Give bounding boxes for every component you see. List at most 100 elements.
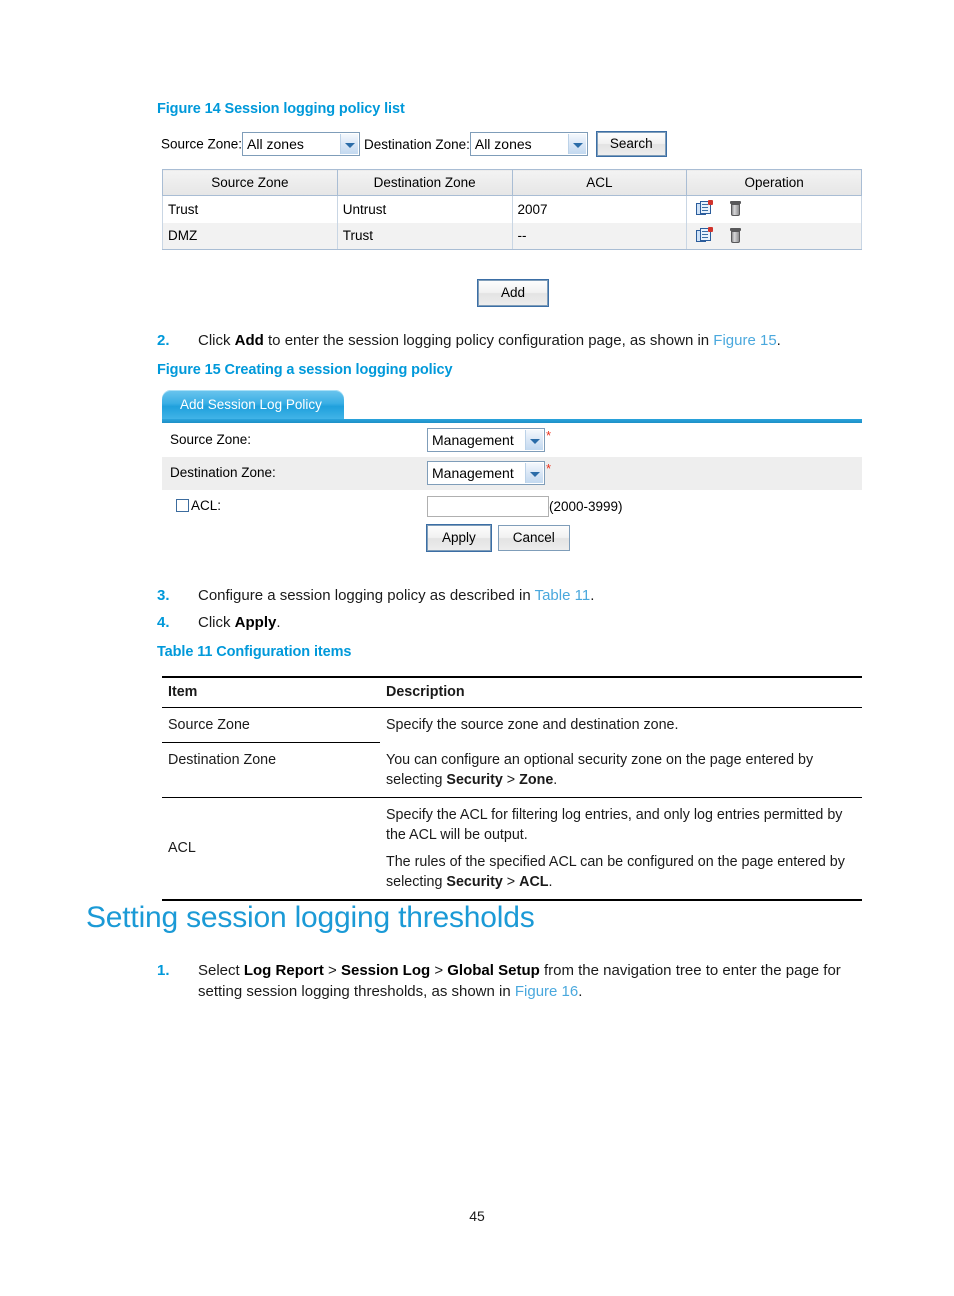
cancel-button[interactable]: Cancel xyxy=(497,525,570,551)
step-1-text: Select Log Report > Session Log > Global… xyxy=(198,960,857,1002)
step-2-text-2: to enter the session logging policy conf… xyxy=(263,332,714,349)
page-title: Setting session logging thresholds xyxy=(86,901,535,934)
panel-body: Source Zone: Management * Destination Zon… xyxy=(162,424,862,557)
acl-field: (2000-3999) xyxy=(427,496,623,517)
form-actions: Apply Cancel xyxy=(162,523,862,557)
description-line: The rules of the specified ACL can be co… xyxy=(386,852,854,892)
document-page: Figure 14 Session logging policy list So… xyxy=(0,0,954,1296)
step-1-thresholds: 1. Select Log Report > Session Log > Glo… xyxy=(157,960,857,1002)
chevron-down-icon xyxy=(525,463,543,483)
add-session-log-policy-panel: Add Session Log Policy Source Zone: Mana… xyxy=(162,390,862,553)
acl-input[interactable] xyxy=(427,496,549,517)
delete-policy-icon[interactable] xyxy=(728,227,744,244)
column-header-source-zone: Source Zone xyxy=(162,169,338,196)
step-1-number: 1. xyxy=(157,962,170,979)
step-3-text: Configure a session logging policy as de… xyxy=(198,585,857,606)
edit-policy-icon[interactable] xyxy=(696,226,714,244)
step-2: 2. Click Add to enter the session loggin… xyxy=(157,330,857,351)
add-button[interactable]: Add xyxy=(476,279,550,307)
step-4-number: 4. xyxy=(157,614,170,631)
chevron-down-icon xyxy=(525,430,543,450)
table-row-acl: ACL Specify the ACL for filtering log en… xyxy=(162,797,862,901)
step-3-text-1: Configure a session logging policy as de… xyxy=(198,587,535,604)
acl-checkbox[interactable] xyxy=(176,499,189,512)
destination-zone-dropdown[interactable]: Management xyxy=(427,461,545,485)
step-4-text-2: . xyxy=(276,614,281,631)
source-zone-select-value: All zones xyxy=(247,136,304,152)
panel-accent-bar xyxy=(162,419,862,423)
apply-button[interactable]: Apply xyxy=(426,524,492,552)
form-row-source-zone: Source Zone: Management * xyxy=(162,424,862,457)
edit-policy-icon[interactable] xyxy=(696,200,714,217)
cell-acl: 2007 xyxy=(511,195,688,223)
nav-separator-2: > xyxy=(430,962,448,979)
column-header-item: Item xyxy=(162,676,380,708)
source-zone-select[interactable]: All zones xyxy=(242,132,361,156)
cell-source-zone: Trust xyxy=(162,195,338,223)
step-1-link-figure-16[interactable]: Figure 16 xyxy=(515,983,578,1000)
cell-source-zone: DMZ xyxy=(162,222,338,250)
figure-14-caption: Figure 14 Session logging policy list xyxy=(157,101,405,117)
table-row: DMZ Trust -- xyxy=(162,222,862,250)
destination-zone-dropdown-value: Management xyxy=(432,465,514,481)
description-period: . xyxy=(553,771,558,788)
description-line: Specify the source zone and destination … xyxy=(386,717,679,733)
destination-zone-select-value: All zones xyxy=(474,136,532,152)
table-header-row: Source Zone Destination Zone ACL Operati… xyxy=(162,169,862,196)
delete-policy-icon[interactable] xyxy=(728,201,744,217)
step-3-link-table-11[interactable]: Table 11 xyxy=(535,587,591,604)
cell-acl: -- xyxy=(511,222,688,250)
step-2-text: Click Add to enter the session logging p… xyxy=(198,330,857,351)
cell-item-destination-zone: Destination Zone xyxy=(162,742,380,798)
source-zone-field: Management * xyxy=(427,428,551,452)
table-row-source-zone: Source Zone Specify the source zone and … xyxy=(162,707,862,743)
step-1-text-1: Select xyxy=(198,962,244,979)
required-marker: * xyxy=(546,461,552,476)
cell-description-source-zone: Specify the source zone and destination … xyxy=(380,708,862,743)
step-3-text-2: . xyxy=(590,587,595,604)
step-2-bold-add: Add xyxy=(234,332,264,349)
step-4-text: Click Apply. xyxy=(198,612,857,633)
figure-14-search-bar: Source Zone: All zones Destination Zone: Al… xyxy=(161,131,667,157)
chevron-down-icon xyxy=(567,134,586,154)
search-button[interactable]: Search xyxy=(595,131,667,157)
description-line: Specify the ACL for filtering log entrie… xyxy=(386,806,843,843)
destination-zone-select[interactable]: All zones xyxy=(469,132,588,156)
form-row-destination-zone: Destination Zone: Management * xyxy=(162,457,862,490)
destination-zone-label: Destination Zone: xyxy=(364,136,470,152)
description-period: . xyxy=(548,873,553,890)
cell-operation xyxy=(686,222,862,250)
acl-field-label-group: ACL: xyxy=(176,498,221,513)
source-zone-dropdown[interactable]: Management xyxy=(427,428,545,452)
nav-separator: > xyxy=(502,873,520,890)
column-header-acl: ACL xyxy=(511,169,688,196)
column-header-destination-zone: Destination Zone xyxy=(336,169,513,196)
source-zone-dropdown-value: Management xyxy=(432,432,514,448)
step-3-number: 3. xyxy=(157,587,170,604)
nav-path-zone: Zone xyxy=(519,771,554,788)
step-3: 3. Configure a session logging policy as… xyxy=(157,585,857,606)
cell-destination-zone: Untrust xyxy=(336,195,513,223)
configuration-items-table: Item Description Source Zone Specify the… xyxy=(162,676,862,901)
step-1-text-3: . xyxy=(578,983,583,1000)
table-header-row: Item Description xyxy=(162,676,862,708)
nav-path-session-log: Session Log xyxy=(340,962,431,979)
add-button-wrapper: Add xyxy=(476,279,550,307)
destination-zone-field: Management * xyxy=(427,461,551,485)
cell-description-destination-zone: You can configure an optional security z… xyxy=(380,742,862,798)
nav-path-global-setup: Global Setup xyxy=(447,962,540,979)
step-4-text-1: Click xyxy=(198,614,235,631)
nav-separator-1: > xyxy=(323,962,341,979)
panel-tab-add-session-log-policy[interactable]: Add Session Log Policy xyxy=(162,390,344,420)
cell-operation xyxy=(686,195,862,223)
cell-item-acl: ACL xyxy=(162,797,380,901)
description-line: You can configure an optional security z… xyxy=(386,750,854,790)
step-2-number: 2. xyxy=(157,332,170,349)
acl-label: ACL: xyxy=(191,498,222,513)
cell-destination-zone: Trust xyxy=(336,222,513,250)
step-4: 4. Click Apply. xyxy=(157,612,857,633)
cell-item-source-zone: Source Zone xyxy=(162,707,380,743)
table-row: Trust Untrust 2007 xyxy=(162,195,862,223)
column-header-description: Description xyxy=(380,676,862,708)
step-2-link-figure-15[interactable]: Figure 15 xyxy=(713,332,776,349)
